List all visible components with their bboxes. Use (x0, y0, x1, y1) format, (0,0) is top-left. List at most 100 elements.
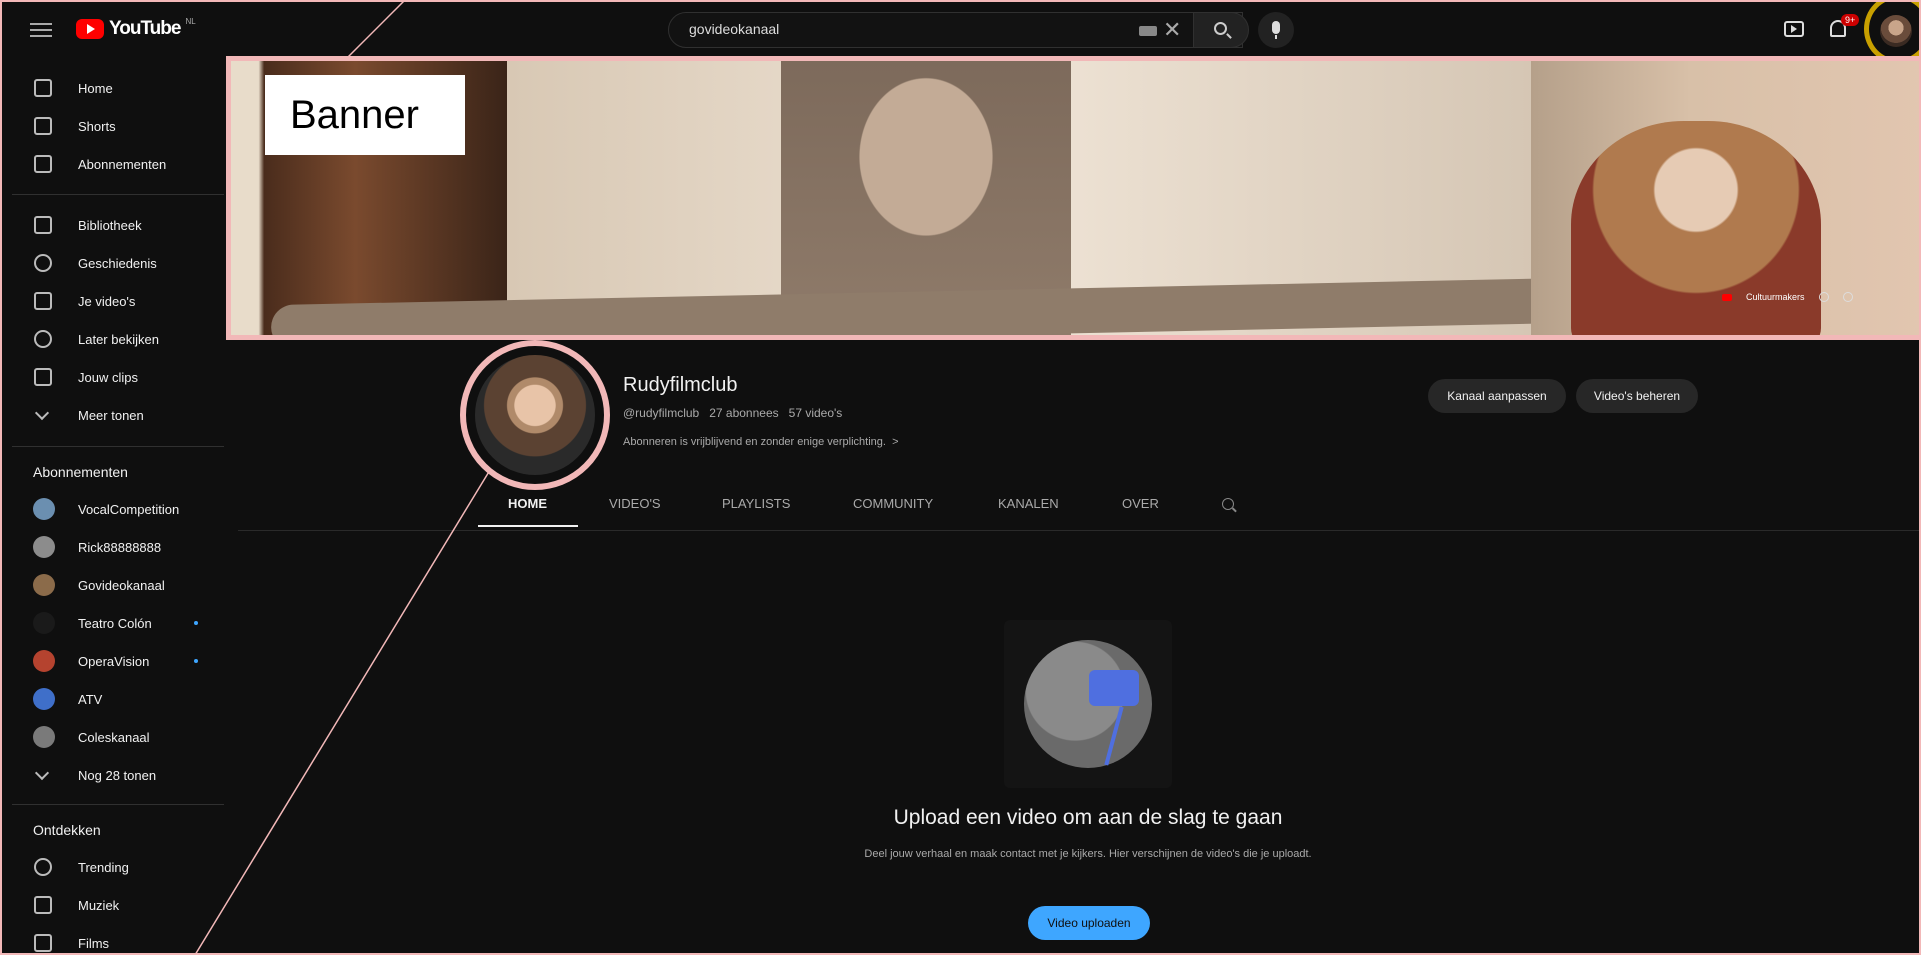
sidebar-item-shorts[interactable]: Shorts (0, 108, 224, 144)
sidebar-item-je-video-s[interactable]: Je video's (0, 283, 224, 319)
sidebar-item-home[interactable]: Home (0, 70, 224, 106)
channel-search-icon[interactable] (1222, 498, 1234, 510)
chevron-right-icon: > (892, 436, 899, 448)
channel-avatar-icon (33, 612, 55, 634)
films-icon (34, 934, 52, 952)
shorts-icon (34, 117, 52, 135)
sidebar-item-label: Geschiedenis (78, 255, 157, 271)
sidebar-section-heading: Abonnementen (33, 464, 128, 480)
tab-home[interactable]: HOME (508, 496, 547, 511)
sidebar-item-label: Abonnementen (78, 156, 167, 172)
new-content-dot (194, 659, 198, 663)
subscriber-count: 27 abonnees (709, 406, 779, 420)
globe-link-icon[interactable] (1818, 292, 1829, 302)
channel-avatar-icon (33, 574, 55, 596)
sidebar-item-atv[interactable]: ATV (0, 681, 224, 717)
create-video-icon[interactable] (1784, 21, 1804, 37)
your-videos-icon (34, 292, 52, 310)
sidebar-divider (12, 446, 224, 447)
youtube-channel-page: YouTube NL ✕ 9+ Home Shorts Abonnementen Bi… (0, 0, 1921, 955)
sidebar-item-label: Trending (78, 859, 129, 875)
banner-links: Cultuurmakers (1722, 292, 1853, 302)
tabs-divider (238, 530, 1921, 531)
sidebar-item-bibliotheek[interactable]: Bibliotheek (0, 207, 224, 243)
banner-annotation-label: Banner (265, 75, 465, 155)
sidebar-item-abonnementen[interactable]: Abonnementen (0, 146, 224, 182)
chevron-down-icon (34, 766, 52, 784)
music-icon (34, 896, 52, 914)
clips-icon (34, 368, 52, 386)
sidebar-item-meer-tonen[interactable]: Meer tonen (0, 397, 224, 433)
banner-link-text[interactable]: Cultuurmakers (1746, 292, 1805, 302)
sidebar-item-nog-28-tonen[interactable]: Nog 28 tonen (0, 757, 224, 793)
sidebar-item-label: Shorts (78, 118, 116, 134)
microphone-icon (1272, 21, 1280, 39)
sidebar-item-label: Bibliotheek (78, 217, 142, 233)
keyboard-icon[interactable] (1139, 26, 1157, 36)
search-icon (1214, 22, 1227, 35)
tab-playlists[interactable]: PLAYLISTS (722, 496, 790, 511)
manage-videos-button[interactable]: Video's beheren (1576, 379, 1698, 413)
sidebar-item-muziek[interactable]: Muziek (0, 887, 224, 923)
sidebar-item-teatro-col-n[interactable]: Teatro Colón (0, 605, 224, 641)
tab-video-s[interactable]: VIDEO'S (609, 496, 661, 511)
search-button[interactable] (1193, 12, 1249, 48)
sidebar-item-label: Meer tonen (78, 407, 144, 423)
search-input[interactable] (689, 21, 1089, 37)
sidebar-item-label: OperaVision (78, 653, 150, 669)
sidebar-item-films[interactable]: Films (0, 925, 224, 955)
upload-video-button[interactable]: Video uploaden (1028, 906, 1150, 940)
sidebar-item-operavision[interactable]: OperaVision (0, 643, 224, 679)
camera-icon (1089, 670, 1139, 706)
subscriptions-icon (34, 155, 52, 173)
top-bar: YouTube NL ✕ 9+ (0, 0, 1921, 64)
banner-painting-figure (1571, 121, 1821, 335)
channel-avatar-icon (33, 650, 55, 672)
upload-illustration (1004, 620, 1172, 788)
sidebar-item-coleskanaal[interactable]: Coleskanaal (0, 719, 224, 755)
sidebar-item-label: ATV (78, 691, 103, 707)
search-box: ✕ (668, 12, 1243, 48)
channel-banner (226, 56, 1921, 340)
youtube-logo[interactable]: YouTube NL (76, 17, 196, 40)
sidebar-item-jouw-clips[interactable]: Jouw clips (0, 359, 224, 395)
sidebar-item-label: Home (78, 80, 113, 96)
channel-avatar-icon (33, 726, 55, 748)
tab-community[interactable]: COMMUNITY (853, 496, 933, 511)
sidebar-item-label: Films (78, 935, 110, 951)
sidebar-item-rick88888888[interactable]: Rick88888888 (0, 529, 224, 565)
tab-kanalen[interactable]: KANALEN (998, 496, 1059, 511)
sidebar-item-label: Nog 28 tonen (78, 767, 157, 783)
active-tab-indicator (478, 525, 578, 527)
sidebar-item-label: Je video's (78, 293, 136, 309)
avatar-highlight-ring (1864, 0, 1921, 64)
sidebar-item-trending[interactable]: Trending (0, 849, 224, 885)
history-icon (34, 254, 52, 272)
home-icon (34, 79, 52, 97)
sidebar-item-govideokanaal[interactable]: Govideokanaal (0, 567, 224, 603)
sidebar-item-vocalcompetition[interactable]: VocalCompetition (0, 491, 224, 527)
sidebar-item-later-bekijken[interactable]: Later bekijken (0, 321, 224, 357)
channel-avatar-icon (33, 498, 55, 520)
notification-count-badge: 9+ (1841, 14, 1860, 26)
youtube-link-icon[interactable] (1722, 293, 1732, 301)
sidebar-item-label: Muziek (78, 897, 120, 913)
channel-handle: @rudyfilmclub (623, 406, 700, 420)
channel-description[interactable]: Abonneren is vrijblijvend en zonder enig… (623, 436, 899, 448)
channel-avatar[interactable] (475, 355, 595, 475)
hamburger-menu-icon[interactable] (30, 19, 52, 41)
sidebar-item-label: VocalCompetition (78, 501, 180, 517)
sidebar-item-label: Govideokanaal (78, 577, 165, 593)
video-count: 57 video's (788, 406, 843, 420)
clear-search-icon[interactable]: ✕ (1163, 17, 1181, 43)
voice-search-button[interactable] (1258, 12, 1294, 48)
tab-over[interactable]: OVER (1122, 496, 1159, 511)
channel-meta: @rudyfilmclub 27 abonnees 57 video's (623, 406, 842, 420)
library-icon (34, 216, 52, 234)
trending-icon (34, 858, 52, 876)
customize-channel-button[interactable]: Kanaal aanpassen (1428, 379, 1566, 413)
new-content-dot (194, 621, 198, 625)
sidebar-item-geschiedenis[interactable]: Geschiedenis (0, 245, 224, 281)
social-link-icon[interactable] (1842, 292, 1853, 302)
sidebar-divider (12, 804, 224, 805)
